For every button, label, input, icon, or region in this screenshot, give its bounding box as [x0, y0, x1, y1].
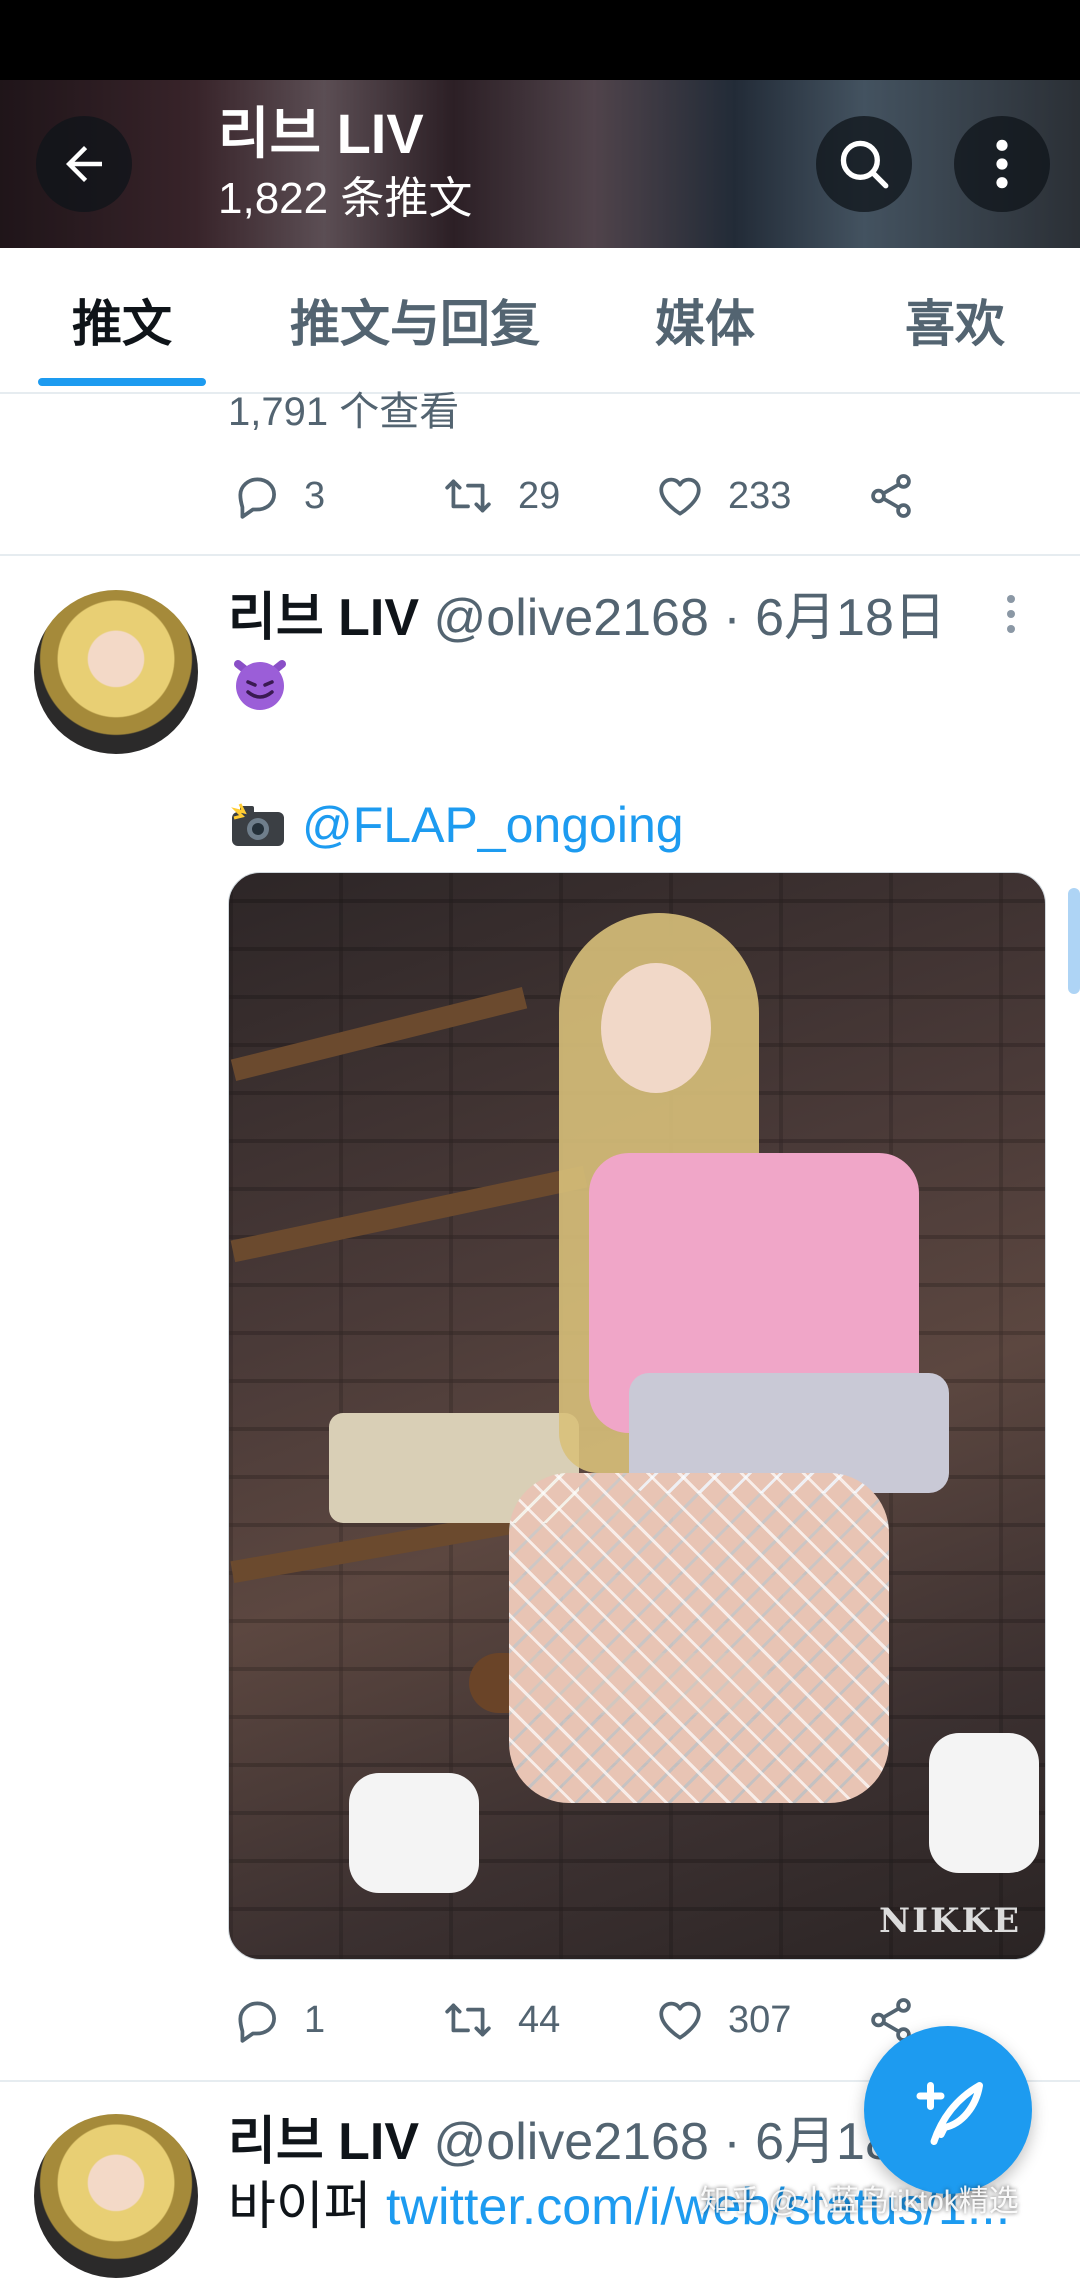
tab-tweets-and-replies[interactable]: 推文与回复	[270, 248, 560, 392]
camera-flash-icon	[231, 803, 284, 846]
author-name[interactable]: 리브 LIV	[228, 2113, 419, 2171]
tweet-divider	[0, 554, 1080, 556]
share-button[interactable]	[866, 466, 916, 526]
arrow-left-icon	[66, 146, 102, 182]
retweet-icon	[445, 479, 491, 513]
profile-header: 리브 LIV 1,822 条推文	[0, 80, 1080, 248]
heart-icon	[659, 477, 701, 516]
like-button[interactable]: 307	[654, 1990, 791, 2050]
tweet-header: 리브 LIV @olive2168 · 6月18日	[228, 2110, 946, 2174]
retweet-button[interactable]: 29	[440, 466, 560, 526]
profile-name: 리브 LIV	[218, 102, 424, 165]
share-icon	[871, 474, 911, 518]
photo-credit: @FLAP_ongoing	[228, 790, 684, 860]
previous-tweet-actions: 3 29 233	[228, 466, 968, 526]
author-name[interactable]: 리브 LIV	[228, 589, 419, 647]
avatar[interactable]	[34, 2114, 198, 2278]
profile-tabs: 推文 推文与回复 媒体 喜欢	[0, 248, 1080, 394]
retweet-count: 29	[518, 474, 561, 517]
tweet-more-icon[interactable]	[1006, 594, 1016, 634]
like-count: 233	[728, 474, 792, 517]
tab-tweets[interactable]: 推文	[38, 248, 206, 392]
tweet-actions: 1 44 307	[228, 1990, 968, 2050]
scrollbar-thumb[interactable]	[1068, 888, 1080, 994]
reply-button[interactable]: 1	[232, 1990, 325, 2050]
back-button[interactable]	[36, 116, 132, 212]
tab-media[interactable]: 媒体	[630, 248, 780, 392]
tweet-count: 1,822 条推文	[218, 174, 473, 223]
source-watermark: 知乎 @小蓝鸟tiktok精选	[700, 2185, 1019, 2218]
heart-icon	[659, 2001, 701, 2040]
view-count: 1,791 个查看	[228, 390, 460, 434]
compose-tweet-button[interactable]	[864, 2026, 1032, 2194]
tweet-header: 리브 LIV @olive2168 · 6月18日	[228, 586, 946, 650]
image-watermark: NIKKE	[879, 1901, 1021, 1941]
photographer-mention[interactable]: @FLAP_ongoing	[302, 796, 684, 854]
reply-icon	[238, 2001, 276, 2043]
reply-count: 3	[304, 474, 326, 517]
tab-likes[interactable]: 喜欢	[880, 248, 1030, 392]
active-tab-indicator	[38, 378, 206, 386]
search-button[interactable]	[816, 116, 912, 212]
search-icon	[840, 140, 889, 189]
more-options-button[interactable]	[954, 116, 1050, 212]
retweet-icon	[445, 2003, 491, 2037]
tweet-image[interactable]: NIKKE	[228, 872, 1046, 1960]
retweet-button[interactable]: 44	[440, 1990, 560, 2050]
header-banner-shade	[0, 80, 1080, 248]
like-count: 307	[728, 1998, 792, 2041]
reply-icon	[238, 477, 276, 519]
author-handle-date: @olive2168 · 6月18日	[433, 589, 946, 647]
avatar[interactable]	[34, 590, 198, 754]
reply-button[interactable]: 3	[232, 466, 325, 526]
reply-count: 1	[304, 1998, 326, 2041]
more-vertical-icon	[996, 139, 1008, 189]
tweet-text-prefix: 바이퍼	[228, 2178, 386, 2236]
smiling-devil-emoji-icon	[234, 660, 286, 710]
like-button[interactable]: 233	[654, 466, 791, 526]
feather-plus-icon	[916, 2082, 983, 2145]
status-bar	[0, 0, 1080, 80]
retweet-count: 44	[518, 1998, 561, 2041]
